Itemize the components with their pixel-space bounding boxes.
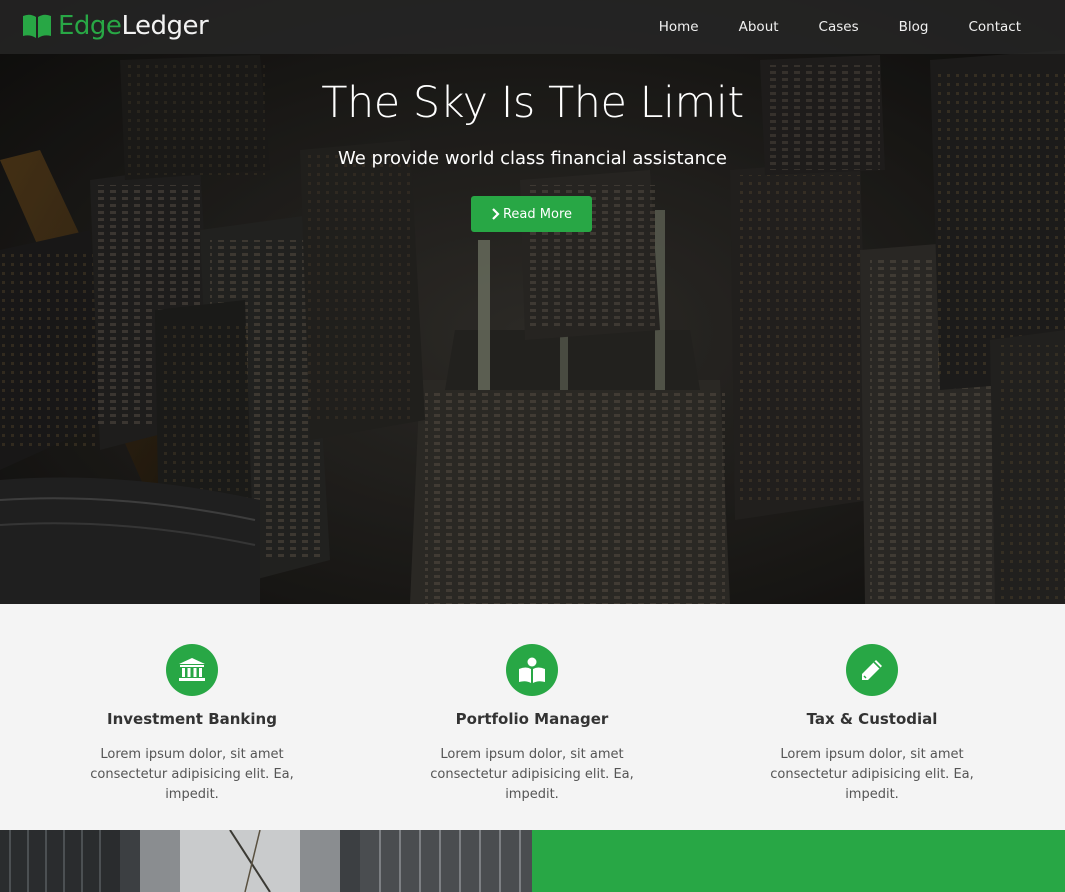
hero-subtitle: We provide world class financial assista…: [337, 148, 727, 169]
feature-icon-circle: [506, 644, 558, 696]
features-section: Investment Banking Lorem ipsum dolor, si…: [0, 604, 1065, 830]
hero-title: The Sky Is The Limit: [321, 78, 744, 128]
brand-name: EdgeLedger: [58, 11, 209, 41]
nav-home[interactable]: Home: [659, 19, 699, 35]
feature-description: Lorem ipsum dolor, sit amet consectetur …: [770, 747, 974, 802]
nav-blog[interactable]: Blog: [899, 19, 929, 35]
reader-icon: [519, 657, 545, 683]
open-book-icon: [23, 14, 51, 38]
nav-contact[interactable]: Contact: [968, 19, 1021, 35]
feature-icon-circle: [846, 644, 898, 696]
navbar: EdgeLedger Home About Cases Blog Contact: [0, 0, 1065, 54]
nav-cases[interactable]: Cases: [819, 19, 859, 35]
feature-portfolio-manager: Portfolio Manager Lorem ipsum dolor, sit…: [362, 604, 702, 805]
hero-section: EdgeLedger Home About Cases Blog Contact…: [0, 0, 1065, 604]
green-panel: [532, 830, 1065, 892]
feature-icon-circle: [166, 644, 218, 696]
feature-tax-custodial: Tax & Custodial Lorem ipsum dolor, sit a…: [702, 604, 1042, 805]
nav-about[interactable]: About: [739, 19, 779, 35]
brand-logo[interactable]: EdgeLedger: [22, 11, 209, 41]
feature-description: Lorem ipsum dolor, sit amet consectetur …: [430, 747, 634, 802]
read-more-label: Read More: [502, 206, 573, 222]
office-interior-image: [0, 830, 532, 892]
chevron-right-icon: [492, 208, 500, 220]
feature-title: Investment Banking: [107, 710, 277, 728]
pencil-icon: [862, 660, 882, 680]
brand-name-part2: Ledger: [121, 11, 209, 41]
office-image: [0, 830, 532, 892]
feature-description: Lorem ipsum dolor, sit amet consectetur …: [90, 747, 294, 802]
bank-icon: [179, 658, 205, 681]
main-nav: Home About Cases Blog Contact: [619, 0, 1021, 54]
read-more-button[interactable]: Read More: [471, 196, 592, 232]
feature-title: Tax & Custodial: [806, 710, 938, 728]
feature-title: Portfolio Manager: [455, 710, 609, 728]
feature-investment-banking: Investment Banking Lorem ipsum dolor, si…: [22, 604, 362, 805]
brand-name-part1: Edge: [58, 11, 122, 41]
